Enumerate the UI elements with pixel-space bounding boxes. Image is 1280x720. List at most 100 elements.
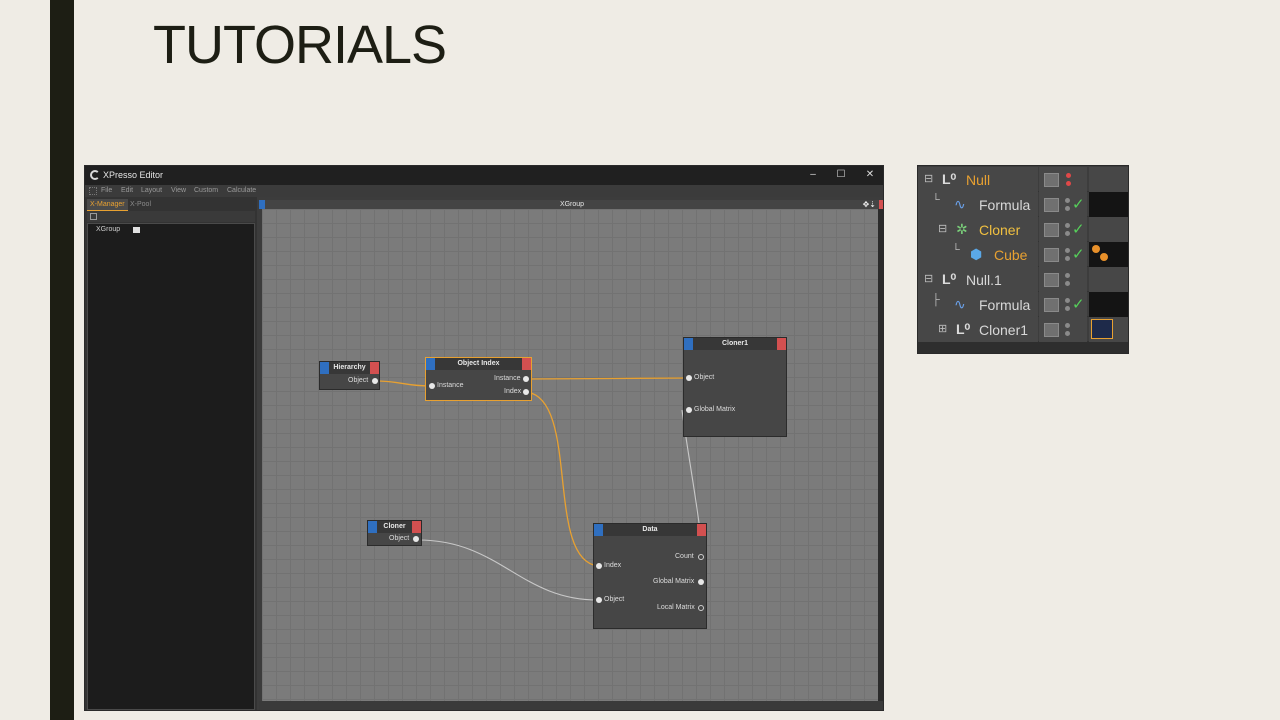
input-port[interactable] [686,375,692,381]
layer-icon[interactable] [1044,248,1059,262]
menu-file[interactable]: File [101,187,112,194]
expand-icon[interactable]: ⊞ [938,322,947,335]
input-port-block[interactable] [594,524,603,536]
editor-visibility-dot[interactable] [1066,173,1071,178]
menu-calculate[interactable]: Calculate [227,187,256,194]
node-data[interactable]: Data Count Index Global Matrix Object Lo… [593,523,707,629]
collapse-icon[interactable]: ⊟ [924,272,933,285]
port-label: Object [348,377,369,384]
output-port[interactable] [698,605,704,611]
editor-visibility-dot[interactable] [1065,223,1070,228]
render-visibility-dot[interactable] [1065,231,1070,236]
render-visibility-dot[interactable] [1065,306,1070,311]
input-port[interactable] [596,563,602,569]
layer-icon[interactable] [1044,198,1059,212]
tree-line: ├ [932,294,940,306]
enabled-check-icon[interactable]: ✓ [1072,195,1085,213]
canvas-scrollbar[interactable] [878,209,883,701]
port-label: Object [604,596,625,603]
grid-icon[interactable] [90,213,97,220]
tab-xmanager[interactable]: X-Manager [87,199,128,211]
enabled-check-icon[interactable]: ✓ [1072,245,1085,263]
object-name[interactable]: Cloner [979,222,1020,238]
output-port[interactable] [523,389,529,395]
layer-icon[interactable] [1044,223,1059,237]
layer-icon[interactable] [1044,323,1059,337]
layer-icon[interactable] [1044,173,1059,187]
node-title: Hierarchy [333,364,366,371]
panel-toolbar [87,211,255,222]
tree-line: └ [952,244,960,256]
navigate-icon[interactable]: ✥⇣ [863,200,876,209]
editor-visibility-dot[interactable] [1065,248,1070,253]
node-object-index[interactable]: Object Index Instance Instance Index [425,357,532,401]
node-cloner1[interactable]: Cloner1 Object Global Matrix [683,337,787,437]
xpresso-tag-icon[interactable] [1091,319,1113,339]
node-cloner[interactable]: Cloner Object [367,520,422,546]
node-canvas[interactable] [262,209,878,701]
object-name[interactable]: Cloner1 [979,322,1028,338]
formula-icon: ∿ [954,296,966,312]
editor-visibility-dot[interactable] [1065,323,1070,328]
layer-icon[interactable] [1044,298,1059,312]
material-tag-icon[interactable] [1100,253,1108,261]
object-name[interactable]: Cube [994,247,1027,263]
canvas-header: XGroup ✥⇣ [259,200,883,209]
object-name[interactable]: Null [966,172,990,188]
editor-visibility-dot[interactable] [1065,273,1070,278]
render-visibility-dot[interactable] [1065,281,1070,286]
input-port-block[interactable] [684,338,693,350]
left-accent-bar [50,0,74,720]
menu-custom[interactable]: Custom [194,187,218,194]
editor-visibility-dot[interactable] [1065,198,1070,203]
output-port-block[interactable] [412,521,421,533]
object-row-null1[interactable]: ⊟ L⁰ Null.1 [918,267,1128,292]
output-port[interactable] [372,378,378,384]
input-port-block[interactable] [368,521,377,533]
enabled-check-icon[interactable]: ✓ [1072,295,1085,313]
menu-view[interactable]: View [171,187,186,194]
editor-visibility-dot[interactable] [1065,298,1070,303]
window-titlebar: XPresso Editor – ☐ ✕ [85,166,883,185]
minimize-button[interactable]: – [798,168,828,182]
output-port-block[interactable] [697,524,706,536]
object-row-formula[interactable]: └ ∿ Formula ✓ [918,192,1128,217]
menu-layout[interactable]: Layout [141,187,162,194]
input-port[interactable] [686,407,692,413]
input-port-block[interactable] [320,362,329,374]
material-tag-icon[interactable] [1092,245,1100,253]
tab-xpool[interactable]: X-Pool [127,199,154,211]
output-port-block[interactable] [370,362,379,374]
collapse-icon[interactable]: ⊟ [938,222,947,235]
render-visibility-dot[interactable] [1065,256,1070,261]
object-row-formula-2[interactable]: ├ ∿ Formula ✓ [918,292,1128,317]
input-port-block[interactable] [426,358,435,370]
cube-icon: ⬢ [970,246,983,262]
object-name[interactable]: Formula [979,197,1030,213]
render-visibility-dot[interactable] [1066,181,1071,186]
output-port[interactable] [698,579,704,585]
maximize-button[interactable]: ☐ [826,168,856,182]
object-name[interactable]: Null.1 [966,272,1002,288]
enabled-check-icon[interactable]: ✓ [1072,220,1085,238]
object-row-null[interactable]: ⊟ L⁰ Null [918,167,1128,192]
node-hierarchy[interactable]: Hierarchy Object [319,361,380,390]
tree-item-xgroup[interactable]: XGroup [96,226,120,233]
layer-icon[interactable] [1044,273,1059,287]
collapse-icon[interactable]: ⊟ [924,172,933,185]
menu-edit[interactable]: Edit [121,187,133,194]
render-visibility-dot[interactable] [1065,331,1070,336]
output-port[interactable] [698,554,704,560]
output-port[interactable] [523,376,529,382]
object-row-cloner[interactable]: ⊟ ✲ Cloner ✓ [918,217,1128,242]
output-port-block[interactable] [522,358,531,370]
output-port-block[interactable] [777,338,786,350]
object-name[interactable]: Formula [979,297,1030,313]
input-port[interactable] [429,383,435,389]
object-row-cloner1[interactable]: ⊞ L⁰ Cloner1 [918,317,1128,342]
output-port[interactable] [413,536,419,542]
input-port[interactable] [596,597,602,603]
render-visibility-dot[interactable] [1065,206,1070,211]
close-button[interactable]: ✕ [855,168,883,182]
object-row-cube[interactable]: └ ⬢ Cube ✓ [918,242,1128,267]
